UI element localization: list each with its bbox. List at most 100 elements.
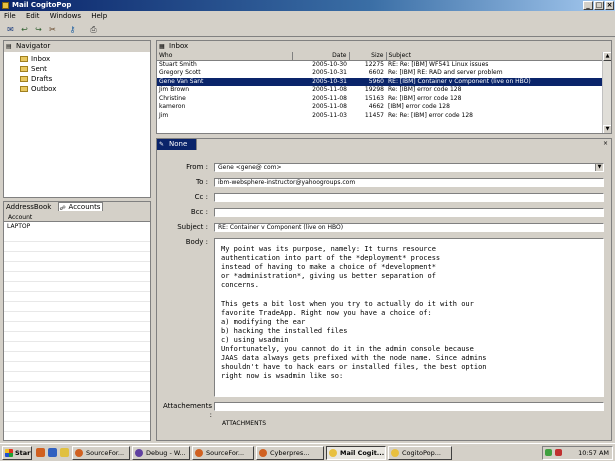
- cell-who: Christine: [159, 94, 186, 102]
- firefox-icon: [259, 449, 267, 457]
- forward-icon[interactable]: ↪: [34, 25, 43, 34]
- accounts-panel: AddressBook ☍ Accounts Account LAPTOP: [3, 201, 151, 441]
- firefox-icon[interactable]: [36, 448, 45, 457]
- system-tray: 10:57 AM: [542, 446, 613, 460]
- cell-size: 6602: [368, 69, 384, 77]
- cell-subject: RE: Re: [IBM] WF541 Linux issues: [388, 61, 489, 68]
- tab-navigator[interactable]: ▤ Navigator: [4, 41, 150, 52]
- folder-inbox[interactable]: Inbox: [20, 54, 50, 64]
- cell-date: 2005-10-31: [292, 77, 349, 86]
- clock: 10:57 AM: [578, 449, 609, 457]
- inbox-scrollbar[interactable]: ▲ ▼: [602, 52, 611, 133]
- task-button-mail-cogitopop[interactable]: Mail Cogit...: [326, 446, 386, 460]
- col-date[interactable]: Date: [292, 52, 350, 61]
- tray-network-icon[interactable]: [545, 449, 552, 456]
- bcc-field[interactable]: [214, 208, 604, 217]
- menu-help[interactable]: Help: [91, 12, 107, 20]
- cc-field[interactable]: [214, 193, 604, 202]
- subject-label: Subject :: [177, 223, 208, 231]
- subject-field[interactable]: RE: Container v Component (live on HBO): [214, 223, 604, 232]
- table-row[interactable]: kameron 2005-11-08 4662 [IBM] error code 12…: [157, 103, 611, 112]
- app-icon: [2, 2, 9, 9]
- cell-who: Gregory Scott: [159, 69, 201, 77]
- cell-size: 15163: [364, 94, 384, 102]
- title-bar[interactable]: Mail CogitoPop _ □ ×: [0, 0, 615, 11]
- tab-addressbook[interactable]: AddressBook: [6, 203, 51, 211]
- menu-file[interactable]: File: [4, 12, 16, 20]
- table-row[interactable]: Gene Van Sant 2005-10-31 5960 RE: [IBM] Con…: [157, 77, 611, 86]
- scroll-down-icon[interactable]: ▼: [603, 125, 611, 133]
- body-textarea[interactable]: My point was its purpose, namely: It tur…: [214, 238, 604, 397]
- print-icon[interactable]: ⎙: [89, 25, 98, 34]
- menu-edit[interactable]: Edit: [26, 12, 40, 20]
- cell-subject: Re: Re: [IBM] error code 128: [388, 111, 473, 119]
- tab-inbox[interactable]: ▦ Inbox: [157, 41, 611, 52]
- debug-icon: [135, 449, 143, 457]
- folder-icon: [20, 86, 28, 92]
- new-mail-icon[interactable]: ✉: [6, 25, 15, 34]
- folder-drafts[interactable]: Drafts: [20, 74, 52, 84]
- attachments-field[interactable]: [214, 402, 604, 411]
- close-button[interactable]: ×: [605, 1, 614, 10]
- from-label: From :: [186, 163, 208, 171]
- body-label: Body :: [185, 238, 208, 246]
- cell-size: 11457: [364, 111, 384, 119]
- maximize-button[interactable]: □: [594, 1, 604, 10]
- task-button-debug[interactable]: Debug - W...: [132, 446, 190, 460]
- folder-icon: [20, 76, 28, 82]
- from-value: Gene <gene@ com>: [218, 164, 282, 171]
- task-button-cogitopop[interactable]: CogitoPop...: [388, 446, 452, 460]
- account-row[interactable]: LAPTOP: [4, 222, 150, 231]
- windows-logo-icon: [5, 449, 13, 457]
- scroll-up-icon[interactable]: ▲: [603, 52, 611, 61]
- firefox-icon: [75, 449, 83, 457]
- start-label: Start: [15, 449, 32, 457]
- cell-who: Stuart Smith: [159, 61, 197, 68]
- compose-close-icon[interactable]: ×: [603, 140, 608, 147]
- from-select[interactable]: Gene <gene@ com> ▼: [214, 163, 604, 172]
- chevron-down-icon[interactable]: ▼: [595, 164, 603, 171]
- compose-icon: ✎: [159, 141, 165, 148]
- start-button[interactable]: Start: [2, 446, 32, 460]
- task-button-sourceforge-2[interactable]: SourceFor...: [192, 446, 254, 460]
- table-row[interactable]: Jim 2005-11-03 11457 Re: Re: [IBM] error co…: [157, 112, 611, 121]
- tab-inbox-label: Inbox: [169, 42, 189, 50]
- cell-size: 5960: [349, 77, 386, 86]
- ie-icon[interactable]: [48, 448, 57, 457]
- reply-icon[interactable]: ↩: [20, 25, 29, 34]
- table-row[interactable]: Jim Brown 2005-11-08 19298 Re: [IBM] error …: [157, 86, 611, 95]
- inbox-panel: ▦ Inbox Who Date Size Subject Stuart Smi…: [156, 40, 612, 134]
- cell-date: 2005-11-08: [312, 86, 347, 94]
- account-column-header[interactable]: Account: [4, 213, 150, 222]
- minimize-button[interactable]: _: [583, 1, 593, 10]
- tray-security-icon[interactable]: [555, 449, 562, 456]
- compose-panel: ✎ None × From : Gene <gene@ com> ▼ To : …: [156, 138, 612, 441]
- folder-outbox[interactable]: Outbox: [20, 84, 56, 94]
- folder-sent[interactable]: Sent: [20, 64, 47, 74]
- menu-windows[interactable]: Windows: [50, 12, 81, 20]
- cell-subject: Re: [IBM] RE: RAD and server problem: [388, 69, 503, 77]
- table-row[interactable]: Stuart Smith 2005-10-30 12275 RE: Re: [IBM]…: [157, 61, 611, 70]
- task-button-cyberpresse[interactable]: Cyberpres...: [256, 446, 324, 460]
- cell-date: 2005-11-08: [312, 103, 347, 111]
- inbox-icon: ▦: [159, 43, 165, 50]
- folder-quicklaunch-icon[interactable]: [60, 448, 69, 457]
- cell-size: 12275: [364, 61, 384, 68]
- to-field[interactable]: ibm-websphere-instructor@yahoogroups.com: [214, 178, 604, 187]
- table-row[interactable]: Christine 2005-11-08 15163 Re: [IBM] error …: [157, 95, 611, 104]
- mail-app-icon: [391, 449, 399, 457]
- col-size[interactable]: Size: [349, 52, 387, 61]
- key-icon[interactable]: ⚷: [68, 25, 77, 34]
- table-row[interactable]: Gregory Scott 2005-10-31 6602 Re: [IBM] RE:…: [157, 69, 611, 78]
- attach-icon[interactable]: ✂: [48, 25, 57, 34]
- task-button-sourceforge-1[interactable]: SourceFor...: [72, 446, 130, 460]
- cell-size: 4662: [368, 103, 384, 111]
- window-title: Mail CogitoPop: [12, 1, 72, 9]
- tab-accounts-label: Accounts: [68, 203, 101, 211]
- menu-bar: File Edit Windows Help: [0, 11, 615, 22]
- tab-accounts[interactable]: ☍ Accounts: [57, 202, 104, 212]
- col-who[interactable]: Who: [157, 52, 293, 61]
- cell-who: kameron: [159, 103, 186, 111]
- col-subject[interactable]: Subject: [386, 52, 611, 61]
- tab-compose[interactable]: ✎ None: [157, 139, 197, 150]
